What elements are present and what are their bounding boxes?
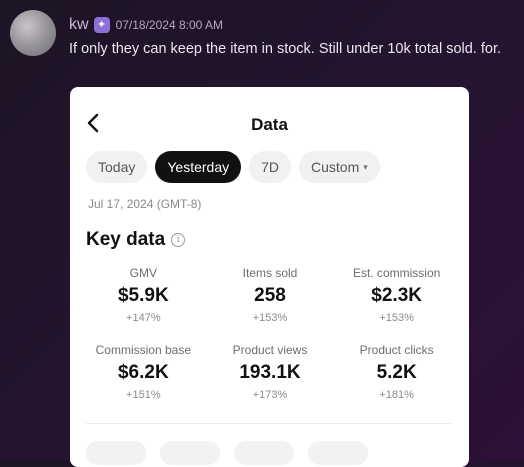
- tab-label: Yesterday: [167, 159, 230, 175]
- metric-value: $6.2K: [117, 362, 169, 383]
- metric-label: Commission base: [95, 343, 192, 357]
- chat-message: kw ✦ 07/18/2024 8:00 AM If only they can…: [0, 0, 524, 467]
- tab-7d[interactable]: 7D: [249, 151, 292, 183]
- metric-value: $5.9K: [117, 285, 169, 306]
- metric-label: Product clicks: [359, 343, 434, 357]
- metrics-grid: GMV $5.9K +147% Items sold 258 +153% Est…: [80, 265, 460, 403]
- metric-product-views[interactable]: Product views 193.1K +173%: [207, 342, 334, 403]
- metric-label: GMV: [129, 266, 157, 280]
- cut-off-row: [86, 441, 368, 465]
- tab-custom[interactable]: Custom ▾: [299, 151, 380, 183]
- card-title: Data: [251, 115, 288, 134]
- cut-off-chip: [86, 441, 146, 465]
- metric-commission-base[interactable]: Commission base $6.2K +151%: [80, 342, 207, 403]
- section-title-text: Key data: [86, 229, 166, 250]
- timestamp: 07/18/2024 8:00 AM: [115, 18, 223, 32]
- metric-change: +181%: [379, 389, 414, 401]
- date-range-tabs: Today Yesterday 7D Custom ▾: [86, 151, 380, 183]
- metric-change: +151%: [126, 389, 161, 401]
- screenshot-attachment[interactable]: Data Today Yesterday 7D Custom ▾ Jul 17,…: [70, 87, 469, 467]
- avatar[interactable]: [10, 10, 56, 56]
- verified-badge-icon: ✦: [93, 17, 110, 33]
- metric-label: Est. commission: [352, 266, 441, 280]
- chevron-down-icon: ▾: [363, 161, 368, 172]
- metric-label: Product views: [232, 343, 308, 357]
- cut-off-chip: [234, 441, 294, 465]
- divider: [86, 423, 453, 424]
- tab-label: Custom: [311, 159, 360, 175]
- metric-change: +153%: [252, 312, 288, 324]
- metric-items-sold[interactable]: Items sold 258 +153%: [207, 265, 334, 326]
- metric-gmv[interactable]: GMV $5.9K +147%: [80, 265, 207, 326]
- message-header: kw ✦ 07/18/2024 8:00 AM: [69, 15, 223, 35]
- metric-value: 258: [254, 285, 286, 306]
- metric-value: 193.1K: [239, 362, 301, 383]
- tab-label: 7D: [261, 159, 280, 175]
- tab-yesterday[interactable]: Yesterday: [155, 151, 242, 183]
- metric-est-commission[interactable]: Est. commission $2.3K +153%: [333, 265, 460, 326]
- tab-today[interactable]: Today: [86, 151, 148, 183]
- metric-change: +153%: [379, 312, 414, 324]
- metric-product-clicks[interactable]: Product clicks 5.2K +181%: [333, 342, 460, 403]
- metric-label: Items sold: [242, 266, 298, 280]
- metric-value: $2.3K: [371, 285, 422, 306]
- tab-label: Today: [98, 159, 136, 175]
- section-title: Key data i: [86, 229, 186, 251]
- info-icon[interactable]: i: [171, 233, 186, 247]
- metric-value: 5.2K: [376, 362, 417, 383]
- cut-off-chip: [160, 441, 220, 465]
- cut-off-chip: [308, 441, 368, 465]
- date-label: Jul 17, 2024 (GMT-8): [88, 197, 202, 211]
- username[interactable]: kw: [69, 16, 89, 34]
- message-text: If only they can keep the item in stock.…: [69, 41, 502, 57]
- metric-change: +147%: [126, 312, 161, 324]
- metric-change: +173%: [252, 389, 288, 401]
